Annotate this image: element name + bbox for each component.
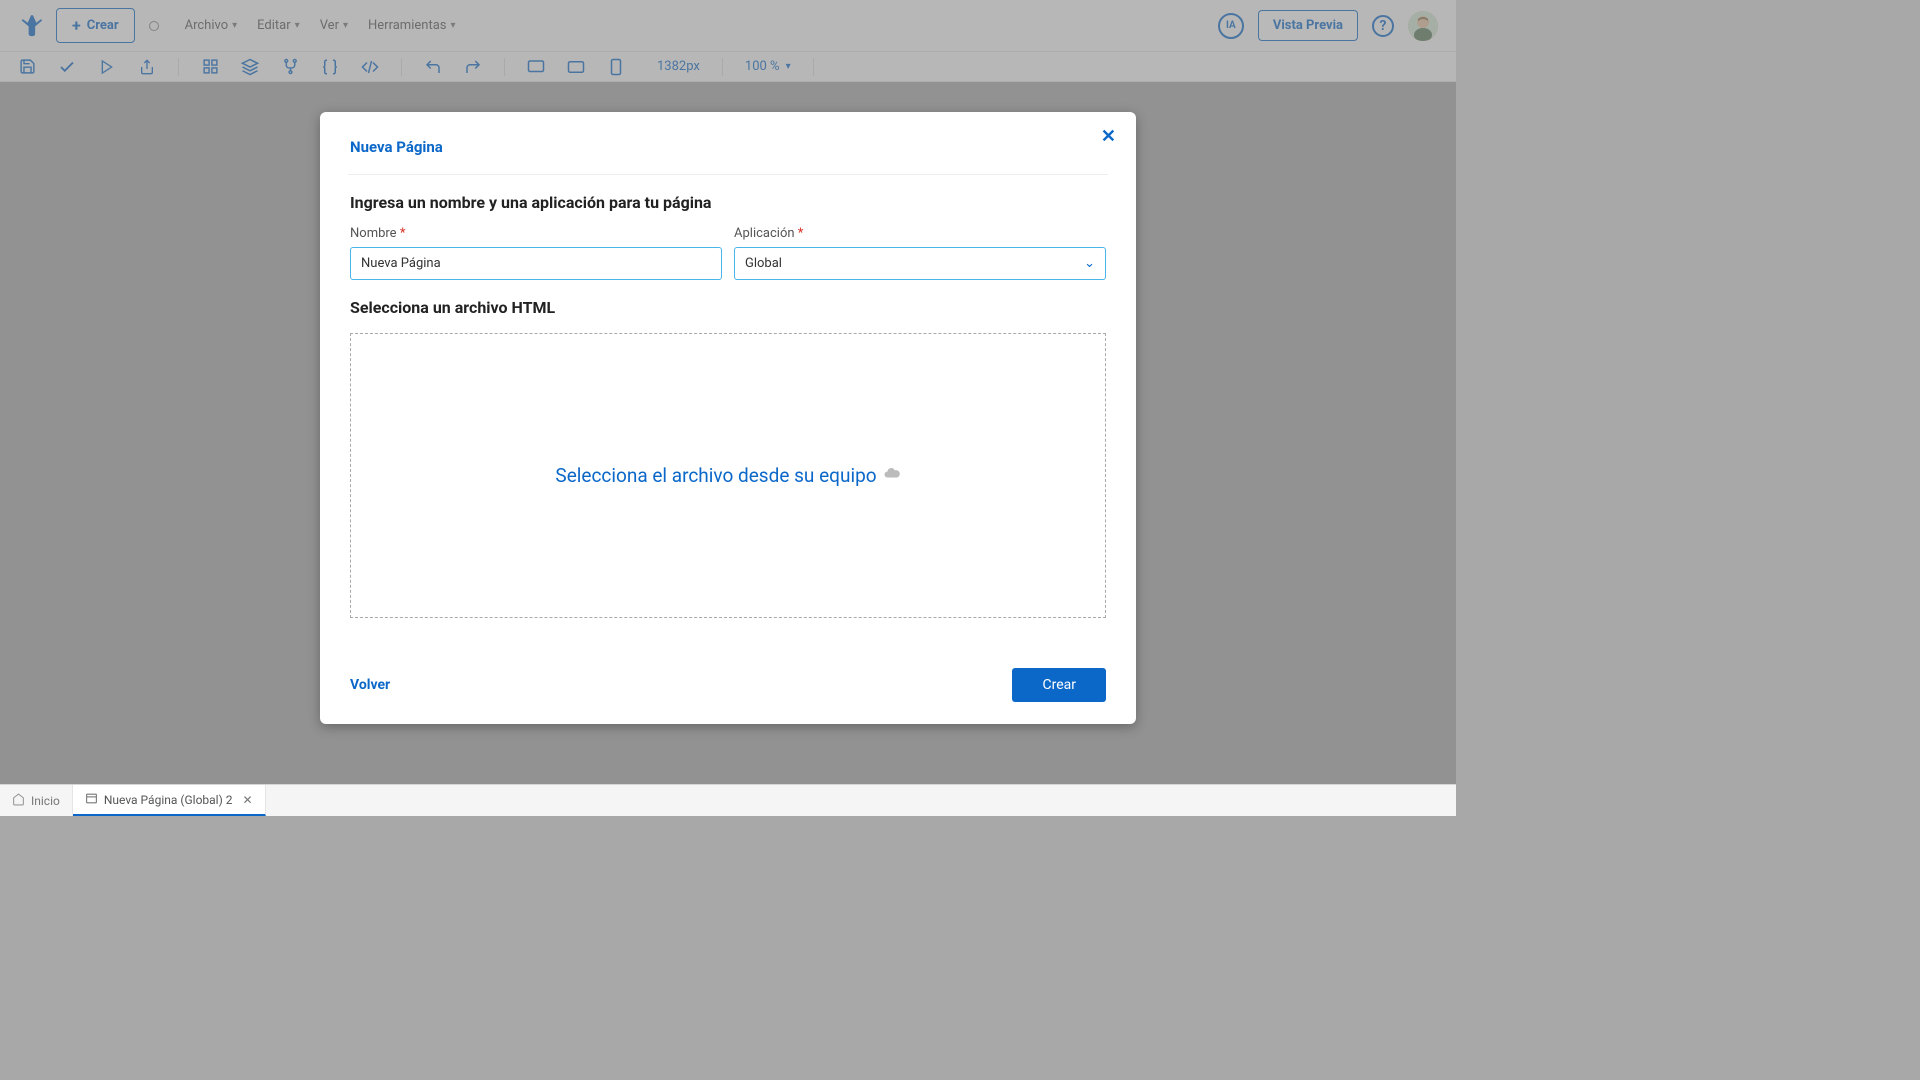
tab-active-page[interactable]: Nueva Página (Global) 2 ✕ [73,785,266,816]
create-page-button[interactable]: Crear [1012,668,1106,702]
modal-subtitle: Ingresa un nombre y una aplicación para … [350,193,1106,212]
close-icon[interactable]: ✕ [1101,126,1116,147]
app-label: Aplicación * [734,226,1106,241]
label-text: Aplicación [734,226,795,241]
cloud-upload-icon [883,464,901,487]
dropzone-label: Selecciona el archivo desde su equipo [555,464,876,487]
name-group: Nombre * [350,226,722,280]
label-text: Nombre [350,226,397,241]
name-input[interactable] [350,247,722,280]
app-select[interactable]: Global ⌄ [734,247,1106,280]
button-label: Crear [1042,677,1076,693]
chevron-down-icon: ⌄ [1084,256,1095,271]
required-mark: * [798,226,804,241]
modal-title: Nueva Página [350,138,1106,156]
close-icon[interactable]: ✕ [243,793,253,807]
dropzone-text: Selecciona el archivo desde su equipo [555,464,900,487]
tab-label: Nueva Página (Global) 2 [104,793,233,807]
back-link[interactable]: Volver [350,677,390,693]
bottom-tabs: Inicio Nueva Página (Global) 2 ✕ [0,784,1456,816]
required-mark: * [400,226,406,241]
page-icon [85,792,98,808]
home-icon [12,793,25,809]
tab-home[interactable]: Inicio [0,785,73,816]
divider [348,174,1108,175]
name-label: Nombre * [350,226,722,241]
new-page-modal: ✕ Nueva Página Ingresa un nombre y una a… [320,112,1136,724]
file-section-title: Selecciona un archivo HTML [350,298,1106,317]
modal-footer: Volver Crear [350,668,1106,702]
app-group: Aplicación * Global ⌄ [734,226,1106,280]
file-dropzone[interactable]: Selecciona el archivo desde su equipo [350,333,1106,618]
select-value: Global [745,256,782,271]
form-row: Nombre * Aplicación * Global ⌄ [350,226,1106,280]
modal-overlay: ✕ Nueva Página Ingresa un nombre y una a… [0,0,1456,816]
tab-label: Inicio [31,794,60,808]
